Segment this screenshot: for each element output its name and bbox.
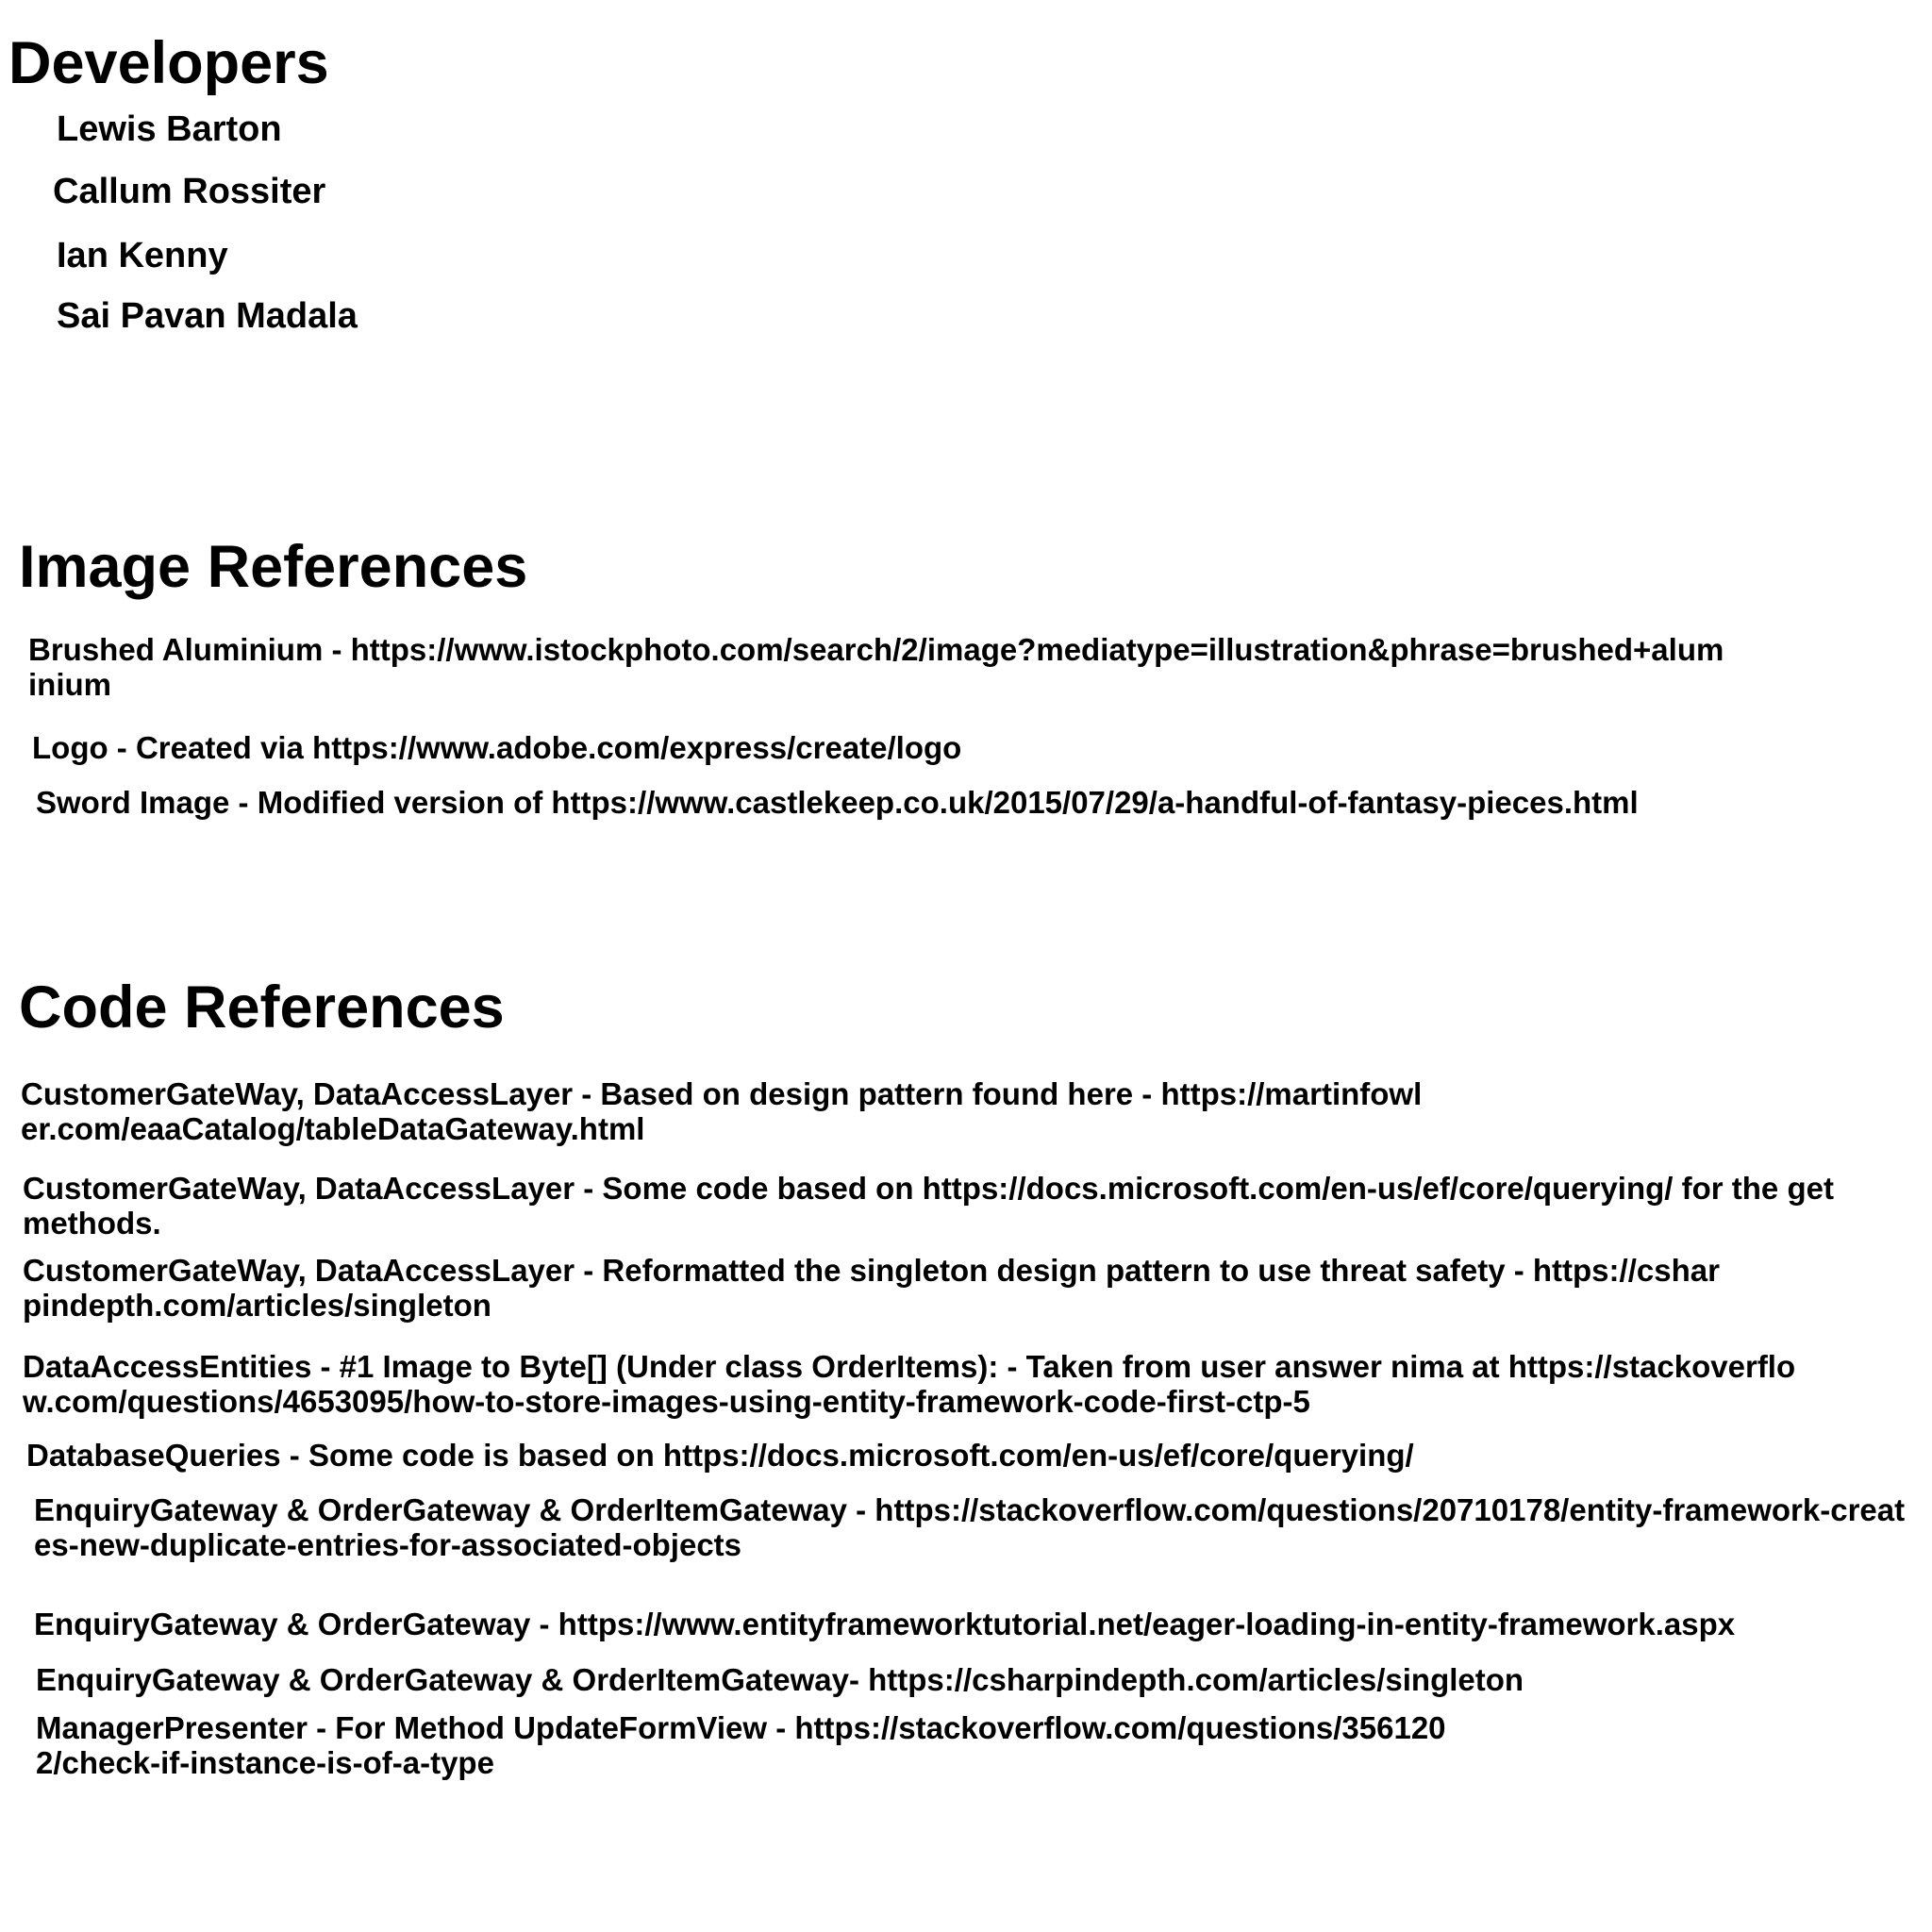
developer-name: Callum Rossiter xyxy=(53,172,326,211)
code-reference-item: EnquiryGateway & OrderGateway & OrderIte… xyxy=(36,1662,1524,1697)
code-reference-item: EnquiryGateway & OrderGateway & OrderIte… xyxy=(34,1492,1906,1562)
developer-name: Lewis Barton xyxy=(57,109,282,149)
code-reference-item: CustomerGateWay, DataAccessLayer - Some … xyxy=(23,1171,1834,1241)
developer-name: Ian Kenny xyxy=(57,236,228,275)
code-references-heading: Code References xyxy=(19,974,505,1041)
code-reference-item: DatabaseQueries - Some code is based on … xyxy=(26,1438,1414,1473)
code-reference-item: ManagerPresenter - For Method UpdateForm… xyxy=(36,1710,1446,1780)
developers-heading: Developers xyxy=(8,30,329,96)
image-reference-item: Brushed Aluminium - https://www.istockph… xyxy=(28,632,1724,702)
image-reference-item: Logo - Created via https://www.adobe.com… xyxy=(32,730,962,765)
image-references-heading: Image References xyxy=(19,534,528,600)
code-reference-item: CustomerGateWay, DataAccessLayer - Refor… xyxy=(23,1253,1720,1323)
code-reference-item: CustomerGateWay, DataAccessLayer - Based… xyxy=(21,1076,1423,1146)
credits-page: { "developers": { "heading": "Developers… xyxy=(0,0,1932,1932)
code-reference-item: DataAccessEntities - #1 Image to Byte[] … xyxy=(23,1349,1796,1419)
developer-name: Sai Pavan Madala xyxy=(57,296,358,336)
code-reference-item: EnquiryGateway & OrderGateway - https://… xyxy=(34,1607,1736,1641)
image-reference-item: Sword Image - Modified version of https:… xyxy=(36,785,1639,820)
